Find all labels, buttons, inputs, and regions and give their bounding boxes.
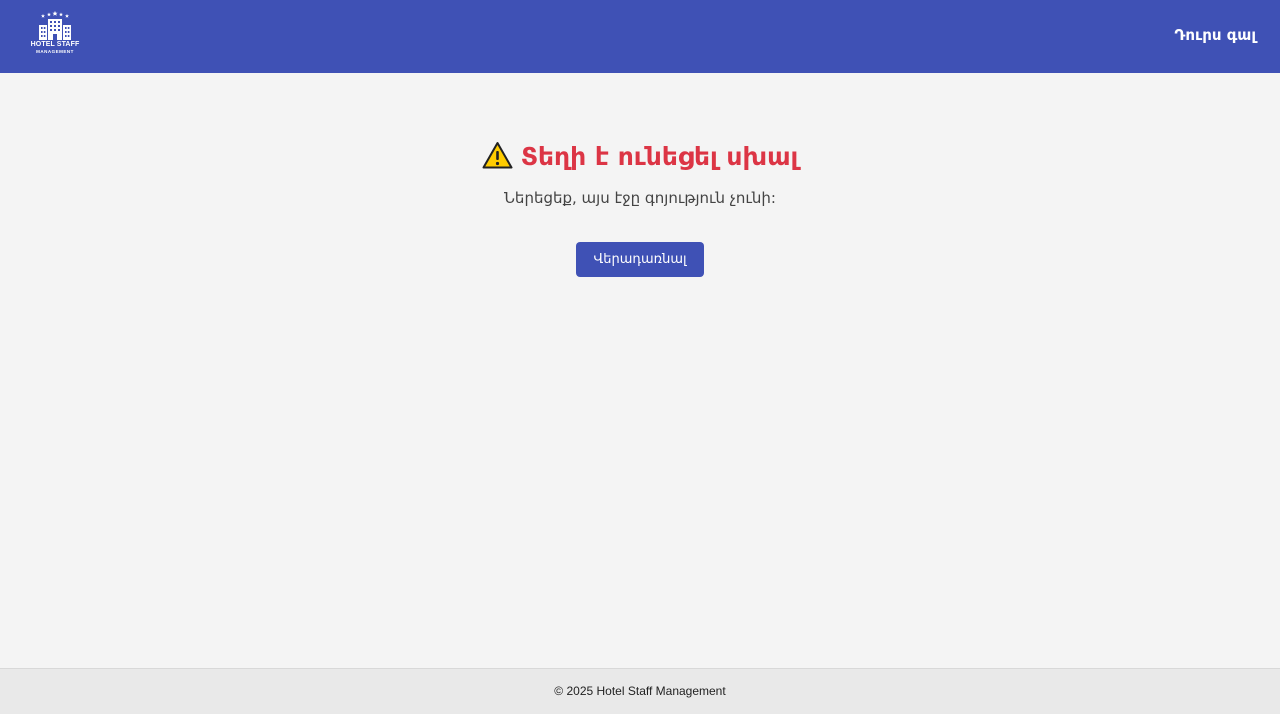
hotel-building-icon <box>39 11 71 40</box>
main-content: Տեղի է ունեցել սխալ Ներեցեք, այս էջը գոյ… <box>0 73 1280 668</box>
back-button[interactable]: Վերադառնալ <box>576 242 704 277</box>
hotel-logo[interactable]: HOTEL STAFF MANAGEMENT <box>28 11 82 61</box>
logout-button[interactable]: Դուրս գալ <box>1174 26 1256 44</box>
page-footer: © 2025 Hotel Staff Management <box>0 668 1280 714</box>
warning-icon <box>482 142 513 169</box>
footer-copyright: © 2025 Hotel Staff Management <box>554 684 726 698</box>
top-header: HOTEL STAFF MANAGEMENT Դուրս գալ <box>0 0 1280 73</box>
error-heading: Տեղի է ունեցել սխալ <box>0 139 1280 175</box>
logo-text-line2: MANAGEMENT <box>36 49 74 54</box>
error-title-text: Տեղի է ունեցել սխալ <box>520 142 799 171</box>
logo-text-line1: HOTEL STAFF <box>30 41 80 48</box>
error-message: Ներեցեք, այս էջը գոյություն չունի: <box>504 189 776 207</box>
